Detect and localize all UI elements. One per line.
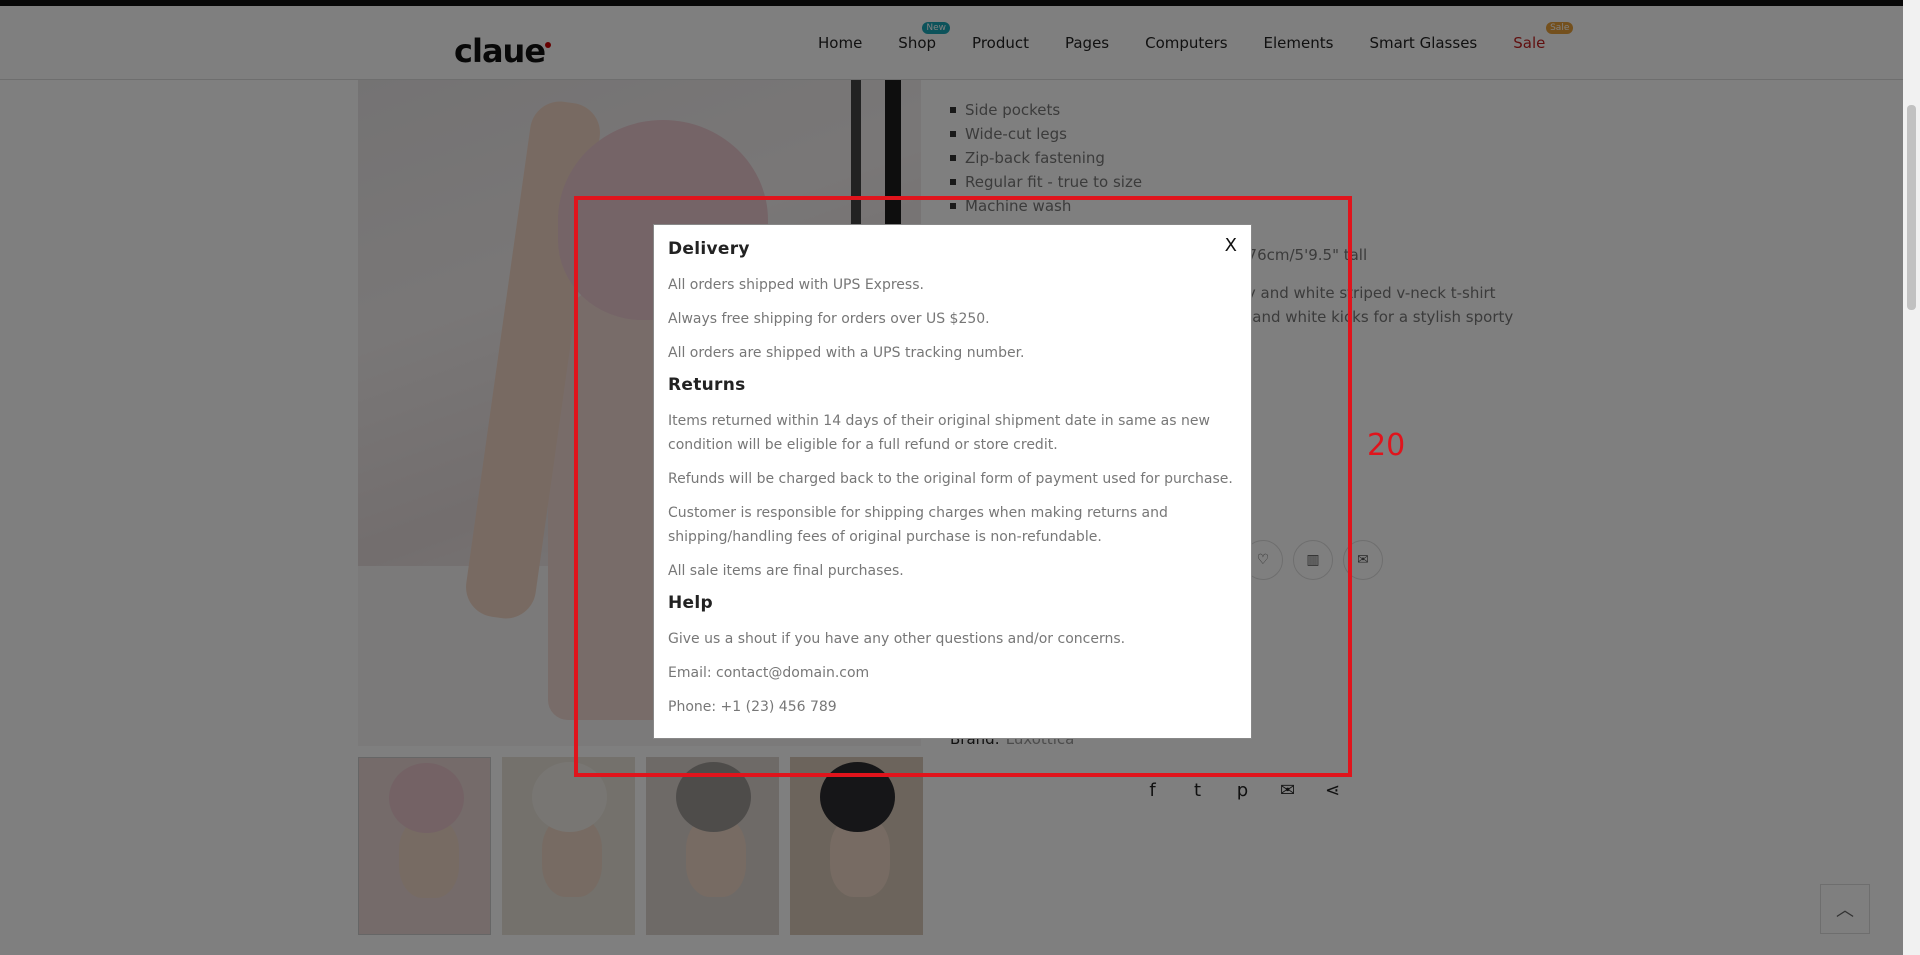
annotation-box [574, 196, 1352, 777]
annotation-number: 20 [1367, 428, 1406, 463]
scrollbar-thumb[interactable] [1907, 105, 1916, 310]
page-scrollbar[interactable] [1903, 0, 1920, 955]
